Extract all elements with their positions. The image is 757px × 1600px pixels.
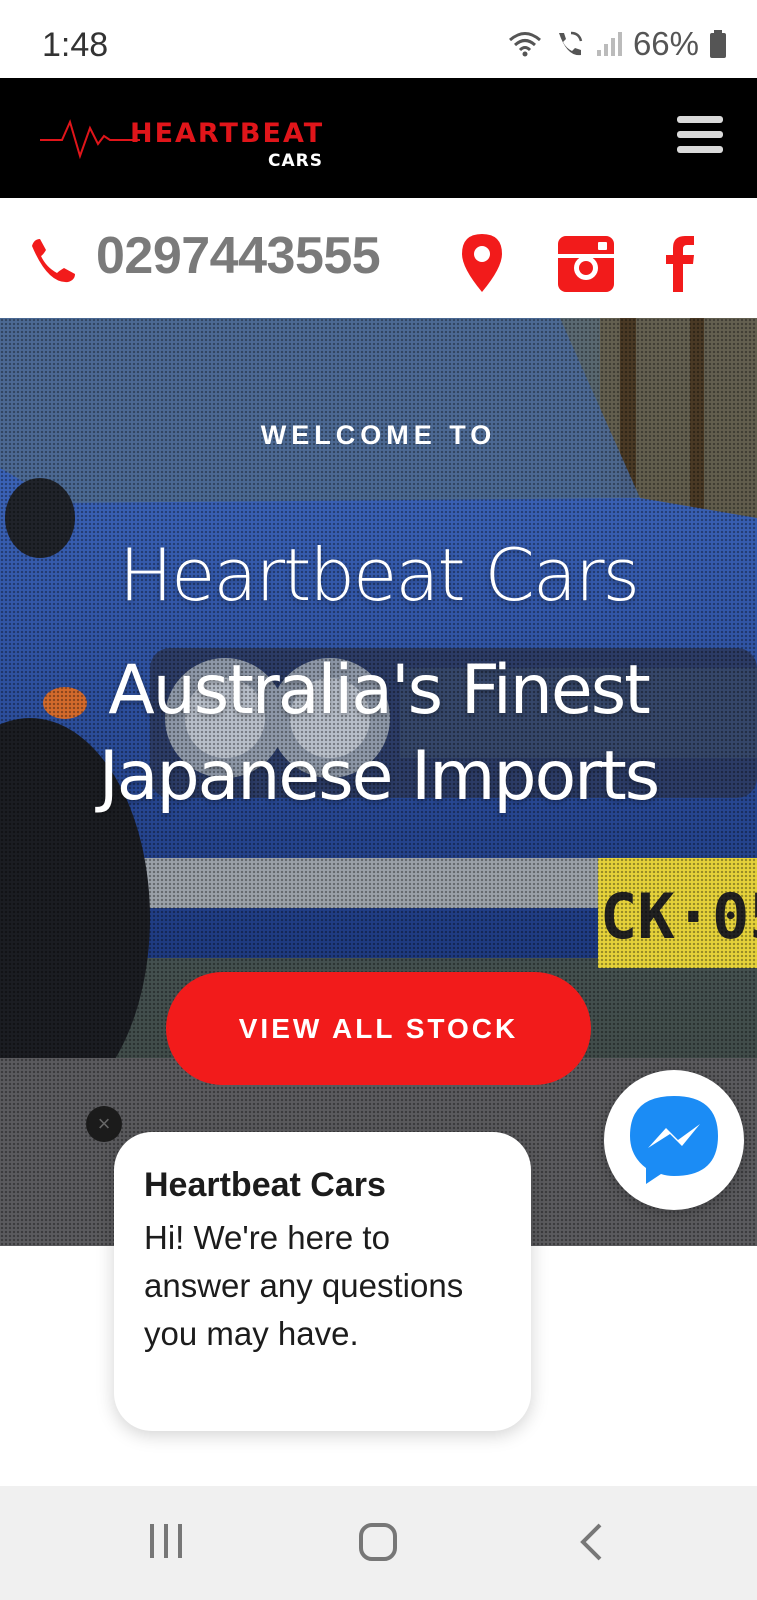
recent-apps-icon[interactable] xyxy=(148,1522,186,1565)
hamburger-menu-icon[interactable] xyxy=(677,116,723,156)
site-header: HEARTBEAT CARS xyxy=(0,78,757,198)
system-nav-bar xyxy=(0,1486,757,1600)
battery-level: 66% xyxy=(632,25,699,62)
messenger-icon xyxy=(630,1096,718,1184)
chat-greeting-bubble[interactable]: Heartbeat Cars Hi! We're here to answer … xyxy=(114,1132,531,1431)
logo[interactable]: HEARTBEAT CARS xyxy=(40,108,330,171)
status-icons: 66% xyxy=(507,24,727,64)
phone-number[interactable]: 0297443555 xyxy=(96,226,381,286)
contact-bar: 0297443555 xyxy=(0,198,757,318)
hero-subtitle: Australia's Finest Japanese Imports xyxy=(98,651,660,816)
home-icon[interactable] xyxy=(358,1522,398,1567)
battery-icon xyxy=(709,29,727,59)
chat-message: Hi! We're here to answer any questions y… xyxy=(144,1219,464,1352)
back-icon[interactable] xyxy=(578,1522,604,1567)
status-time: 1:48 xyxy=(42,26,109,64)
wifi-icon xyxy=(507,29,543,59)
view-all-stock-button[interactable]: VIEW ALL STOCK xyxy=(166,972,591,1085)
wifi-calling-icon xyxy=(553,29,585,59)
hero-kicker: WELCOME TO xyxy=(260,420,497,450)
logo-word: HEARTBEAT xyxy=(130,118,325,149)
location-pin-icon[interactable] xyxy=(460,232,504,299)
signal-icon xyxy=(595,30,623,58)
chat-close-icon[interactable]: × xyxy=(86,1106,122,1142)
hero-title: Heartbeat Cars xyxy=(118,533,640,617)
chat-business-name: Heartbeat Cars xyxy=(144,1166,386,1204)
status-bar: 1:48 66% xyxy=(0,0,757,78)
logo-sub: CARS xyxy=(268,151,323,171)
instagram-icon[interactable] xyxy=(558,236,614,297)
facebook-icon[interactable] xyxy=(665,234,695,297)
messenger-chat-button[interactable] xyxy=(604,1070,744,1210)
phone-icon[interactable] xyxy=(26,236,78,293)
heartbeat-line-icon xyxy=(40,119,140,160)
